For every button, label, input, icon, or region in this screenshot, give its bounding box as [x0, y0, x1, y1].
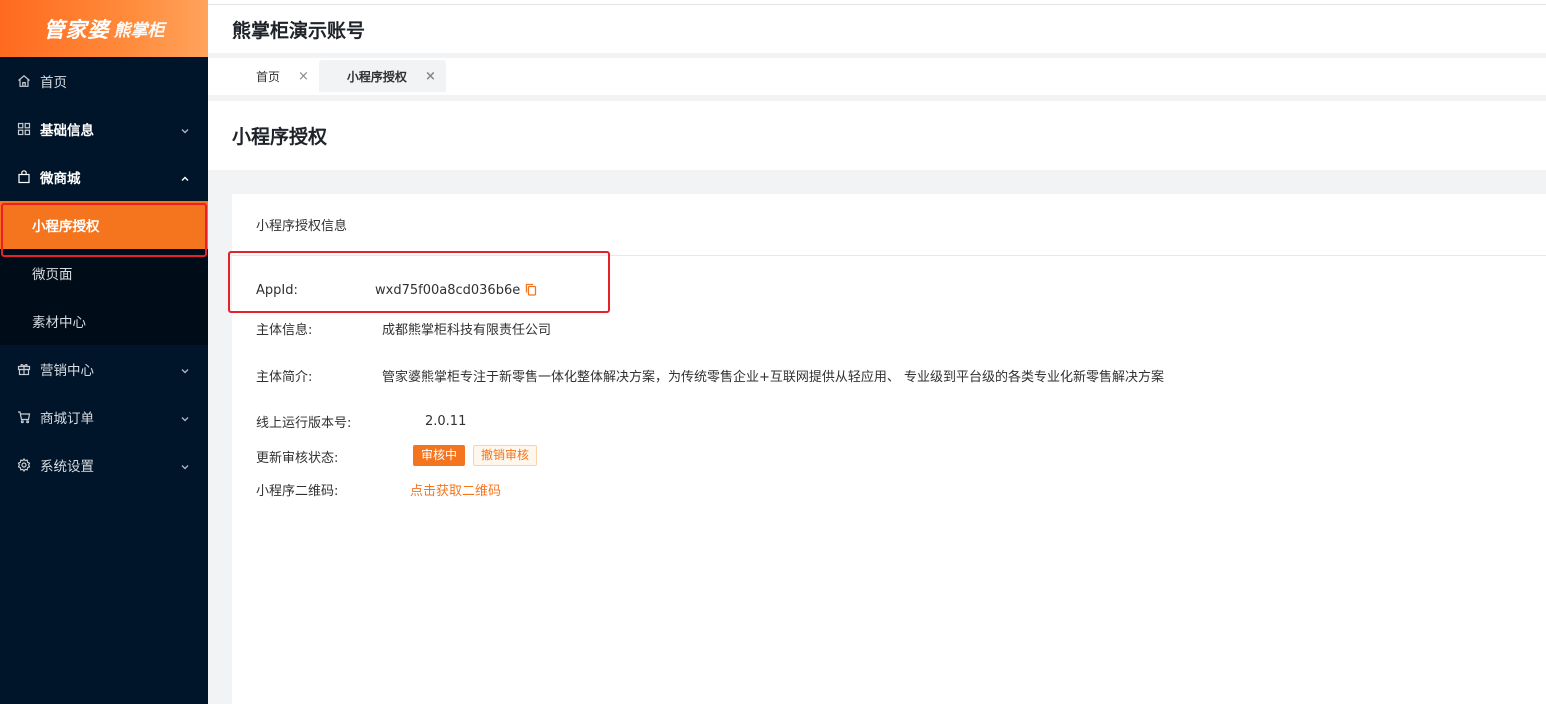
micro-mall-submenu: 小程序授权 微页面 素材中心: [0, 201, 208, 345]
appid-highlight-box: [228, 251, 610, 313]
page-title: 小程序授权: [232, 126, 328, 148]
sidebar-item-label: 基础信息: [40, 123, 94, 139]
sidebar-item-label: 系统设置: [40, 459, 94, 475]
close-icon[interactable]: ×: [298, 69, 309, 84]
logo-main-text: 管家婆: [43, 17, 110, 42]
intro-value: 管家婆熊掌柜专注于新零售一体化整体解决方案，为传统零售企业+互联网提供从轻应用、…: [382, 370, 1165, 385]
sidebar-subitem-material-center[interactable]: 素材中心: [0, 297, 208, 345]
cancel-review-button[interactable]: 撤销审核: [473, 445, 538, 466]
appid-row: AppId: wxd75f00a8cd036b6e: [256, 283, 537, 298]
copy-icon[interactable]: [525, 283, 537, 296]
gift-icon: [17, 362, 31, 376]
header: 熊掌柜演示账号: [208, 5, 1546, 53]
review-row: 更新审核状态: 审核中 撤销审核: [256, 445, 538, 466]
entity-value: 成都熊掌柜科技有限责任公司: [382, 323, 552, 338]
entity-row: 主体信息: 成都熊掌柜科技有限责任公司: [256, 319, 551, 338]
sidebar-subitem-micro-page[interactable]: 微页面: [0, 249, 208, 297]
intro-label: 主体简介:: [256, 370, 313, 385]
sidebar-item-mall-orders[interactable]: 商城订单: [0, 393, 208, 441]
sidebar-item-label: 营销中心: [40, 363, 94, 379]
sidebar-item-micro-mall[interactable]: 微商城: [0, 153, 208, 201]
version-row: 线上运行版本号: 2.0.11: [256, 412, 466, 431]
card-title: 小程序授权信息: [232, 194, 1546, 256]
logo-sub-text: 熊掌柜: [113, 21, 165, 41]
sidebar-subitem-label: 小程序授权: [32, 219, 100, 235]
card-title-text: 小程序授权信息: [256, 219, 348, 234]
tab-label: 首页: [256, 69, 281, 84]
sidebar-subitem-label: 微页面: [32, 267, 73, 283]
sidebar-item-basic-info[interactable]: 基础信息: [0, 105, 208, 153]
account-title: 熊掌柜演示账号: [232, 19, 366, 42]
tab-home[interactable]: 首页 ×: [228, 60, 319, 92]
tab-bar: 首页 × 小程序授权 ×: [208, 58, 1546, 95]
logo: 管家婆 熊掌柜: [0, 0, 208, 57]
qrcode-row: 小程序二维码: 点击获取二维码: [256, 480, 501, 499]
chevron-up-icon: [180, 172, 190, 182]
version-label: 线上运行版本号:: [256, 416, 352, 431]
shopping-bag-icon: [17, 170, 31, 184]
sidebar-subitem-miniprogram-auth[interactable]: 小程序授权: [0, 201, 208, 257]
chevron-down-icon: [180, 124, 190, 134]
version-value: 2.0.11: [425, 414, 467, 429]
grid-icon: [17, 122, 31, 136]
sidebar-item-system-settings[interactable]: 系统设置: [0, 441, 208, 489]
auth-info-card: 小程序授权信息 AppId: wxd75f00a8cd036b6e 主体信息: …: [228, 194, 1546, 704]
page-header: 小程序授权: [208, 101, 1546, 170]
sidebar-item-marketing[interactable]: 营销中心: [0, 345, 208, 393]
tab-label: 小程序授权: [346, 69, 407, 84]
sidebar-item-label: 微商城: [40, 171, 81, 187]
sidebar: 管家婆 熊掌柜 首页 基础信息 微商城 小程序授权 微页面 素材中心 营销中心 …: [0, 0, 208, 704]
gear-icon: [17, 458, 31, 472]
chevron-down-icon: [180, 460, 190, 470]
entity-label: 主体信息:: [256, 323, 313, 338]
chevron-down-icon: [180, 412, 190, 422]
sidebar-item-home[interactable]: 首页: [0, 57, 208, 105]
chevron-down-icon: [180, 364, 190, 374]
tab-miniprogram-auth[interactable]: 小程序授权 ×: [318, 60, 446, 92]
appid-value: wxd75f00a8cd036b6e: [375, 283, 521, 298]
qrcode-label: 小程序二维码:: [256, 484, 339, 499]
review-label: 更新审核状态:: [256, 451, 339, 466]
sidebar-subitem-label: 素材中心: [32, 315, 86, 331]
appid-label: AppId:: [256, 283, 298, 298]
home-icon: [17, 74, 31, 88]
review-status-badge: 审核中: [413, 445, 466, 466]
cart-icon: [17, 410, 31, 424]
appid-value-wrap: wxd75f00a8cd036b6e: [375, 283, 537, 298]
review-actions: 审核中 撤销审核: [413, 445, 538, 466]
intro-row: 主体简介: 管家婆熊掌柜专注于新零售一体化整体解决方案，为传统零售企业+互联网提…: [256, 366, 1164, 385]
sidebar-item-label: 首页: [40, 75, 67, 91]
close-icon[interactable]: ×: [425, 69, 436, 84]
sidebar-item-label: 商城订单: [40, 411, 94, 427]
get-qrcode-link[interactable]: 点击获取二维码: [410, 480, 501, 499]
